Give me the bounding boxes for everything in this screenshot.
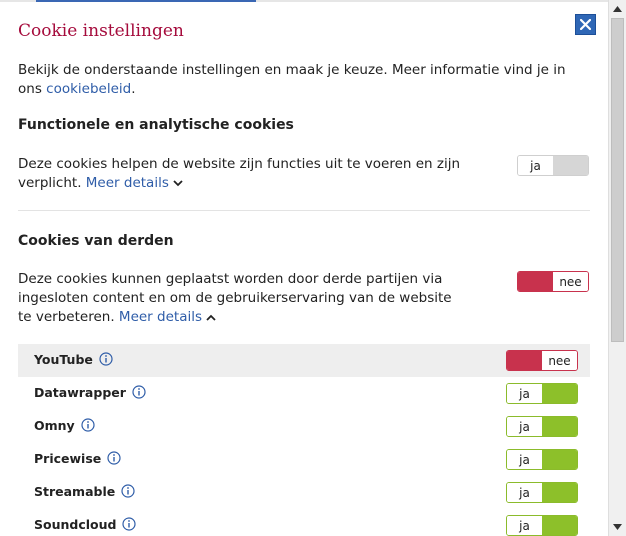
- provider-label: Datawrapper: [34, 385, 126, 400]
- provider-name: Omny: [34, 418, 95, 433]
- provider-row-youtube: YouTube nee: [18, 344, 590, 377]
- functional-description-text: Deze cookies helpen de website zijn func…: [18, 156, 461, 191]
- provider-label: Pricewise: [34, 451, 102, 466]
- functional-details-link[interactable]: Meer details: [86, 175, 183, 191]
- third-party-details-link[interactable]: Meer details: [119, 309, 216, 325]
- third-party-description-text: Deze cookies kunnen geplaatst worden doo…: [18, 271, 452, 325]
- info-icon[interactable]: [132, 385, 146, 399]
- third-party-details-label: Meer details: [118, 309, 202, 325]
- cookie-policy-link[interactable]: cookiebeleid: [46, 81, 131, 97]
- scroll-up-button[interactable]: [611, 2, 624, 16]
- scrollbar-thumb[interactable]: [611, 18, 624, 342]
- third-party-toggle-fill: [518, 272, 553, 291]
- info-icon[interactable]: [81, 418, 95, 432]
- intro-text: Bekijk de onderstaande instellingen en m…: [18, 61, 593, 99]
- provider-toggle-fill: [542, 516, 577, 535]
- functional-heading: Functionele en analytische cookies: [18, 117, 294, 133]
- provider-name: YouTube: [34, 352, 113, 367]
- info-icon[interactable]: [107, 451, 121, 465]
- provider-row-soundcloud: Soundcloud ja: [18, 509, 590, 536]
- functional-toggle[interactable]: ja: [517, 155, 589, 176]
- provider-label: Soundcloud: [34, 517, 117, 532]
- cookie-dialog: Cookie instellingen Bekijk de onderstaan…: [0, 0, 608, 536]
- third-party-toggle[interactable]: nee: [517, 271, 589, 292]
- vertical-scrollbar[interactable]: [608, 0, 626, 536]
- provider-label: Omny: [34, 418, 75, 433]
- provider-toggle[interactable]: ja: [506, 482, 578, 503]
- provider-toggle-label: ja: [507, 483, 542, 502]
- chevron-down-icon: [173, 179, 183, 186]
- provider-toggle-fill: [542, 417, 577, 436]
- provider-label: Streamable: [34, 484, 116, 499]
- provider-toggle-label: ja: [507, 516, 542, 535]
- provider-row-pricewise: Pricewise ja: [18, 443, 590, 476]
- provider-toggle-fill: [542, 450, 577, 469]
- info-icon[interactable]: [121, 484, 135, 498]
- provider-toggle[interactable]: nee: [506, 350, 578, 371]
- provider-toggle-fill: [542, 384, 577, 403]
- provider-toggle-label: ja: [507, 384, 542, 403]
- provider-toggle-label: ja: [507, 450, 542, 469]
- provider-row-datawrapper: Datawrapper ja: [18, 377, 590, 410]
- provider-toggle[interactable]: ja: [506, 383, 578, 404]
- third-party-heading: Cookies van derden: [18, 233, 174, 249]
- provider-label: YouTube: [34, 352, 93, 367]
- close-icon: [580, 19, 591, 30]
- provider-toggle-fill: [542, 483, 577, 502]
- provider-name: Datawrapper: [34, 385, 146, 400]
- dialog-title: Cookie instellingen: [18, 21, 184, 41]
- scroll-down-button[interactable]: [611, 520, 624, 534]
- functional-toggle-fill: [553, 156, 588, 175]
- provider-row-streamable: Streamable ja: [18, 476, 590, 509]
- arrow-up-icon: [613, 6, 622, 12]
- info-icon[interactable]: [99, 352, 113, 366]
- provider-toggle-label: nee: [542, 351, 577, 370]
- arrow-down-icon: [613, 524, 622, 530]
- provider-name: Streamable: [34, 484, 135, 499]
- chevron-up-icon: [206, 314, 216, 321]
- section-divider: [18, 210, 590, 211]
- intro-end: .: [131, 81, 136, 97]
- provider-toggle-fill: [507, 351, 542, 370]
- provider-toggle[interactable]: ja: [506, 449, 578, 470]
- provider-name: Soundcloud: [34, 517, 137, 532]
- provider-toggle-label: ja: [507, 417, 542, 436]
- third-party-description: Deze cookies kunnen geplaatst worden doo…: [18, 270, 468, 327]
- info-icon[interactable]: [122, 517, 137, 531]
- provider-toggle[interactable]: ja: [506, 515, 578, 536]
- provider-toggle[interactable]: ja: [506, 416, 578, 437]
- functional-description: Deze cookies helpen de website zijn func…: [18, 155, 488, 193]
- third-party-toggle-label: nee: [553, 272, 588, 291]
- provider-name: Pricewise: [34, 451, 121, 466]
- close-button[interactable]: [575, 14, 596, 35]
- provider-list: YouTube nee Datawrapper ja Omny ja Price…: [18, 344, 590, 536]
- provider-row-omny: Omny ja: [18, 410, 590, 443]
- functional-toggle-label: ja: [518, 156, 553, 175]
- functional-details-label: Meer details: [85, 175, 169, 191]
